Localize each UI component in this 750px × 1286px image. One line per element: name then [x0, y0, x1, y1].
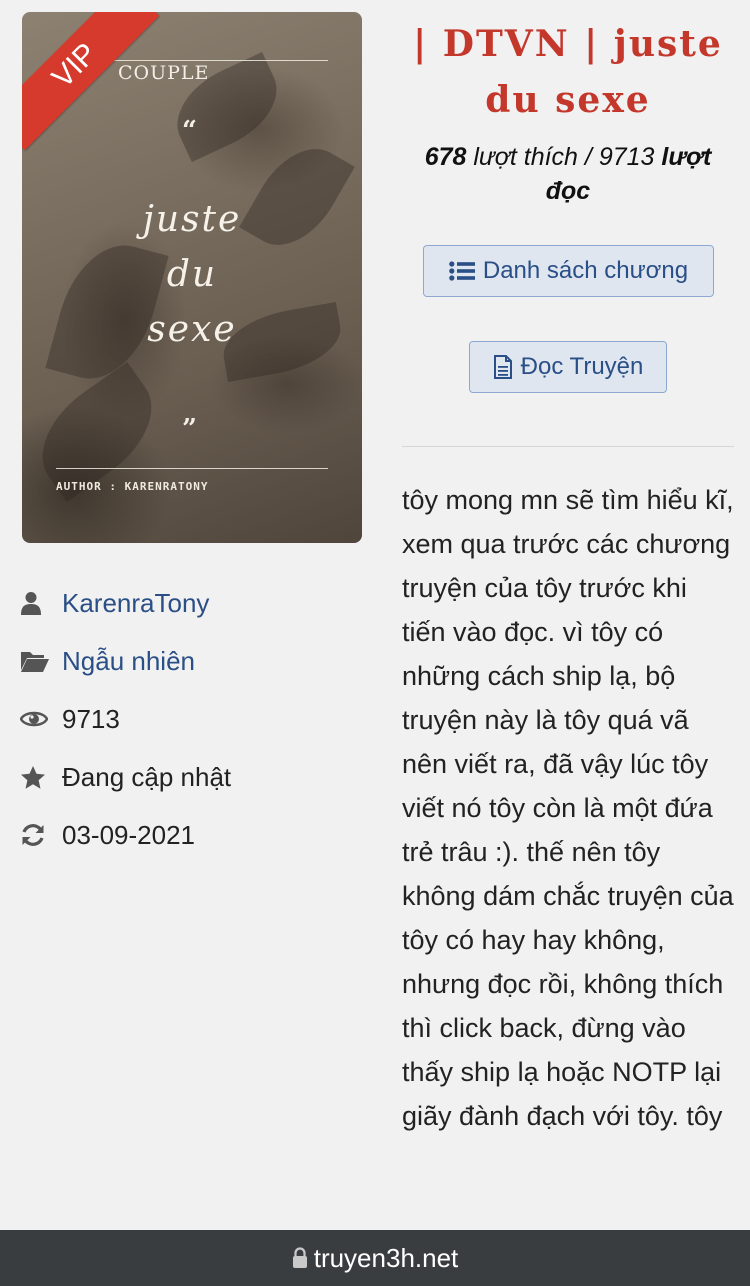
view-count: 9713	[62, 703, 120, 734]
likes-label: lượt thích /	[473, 143, 592, 171]
meta-genre-row: Ngẫu nhiên	[20, 632, 360, 690]
cover-open-quote: “	[182, 116, 197, 146]
story-description: tôy mong mn sẽ tìm hiểu kĩ, xem qua trướ…	[402, 485, 734, 1131]
story-title: | DTVN | juste du sexe	[413, 23, 723, 121]
meta-updated-row: 03-09-2021	[20, 806, 360, 864]
chapter-list-label: Danh sách chương	[482, 257, 689, 284]
story-page: COUPLE “ juste du sexe ” AUTHOR : KARENR…	[0, 0, 750, 1230]
genre-link[interactable]: Ngẫu nhiên	[62, 646, 195, 677]
story-meta-list: KarenraTony Ngẫu nhiên 9713 Đang cập nhậ…	[20, 574, 360, 864]
status-text: Đang cập nhật	[62, 761, 232, 792]
story-stats: 678 lượt thích / 9713 lượt đọc	[402, 140, 734, 208]
updated-date: 03-09-2021	[62, 819, 195, 850]
meta-views-row: 9713	[20, 690, 360, 748]
user-icon	[20, 588, 50, 618]
cover-couple-text: COUPLE	[118, 62, 210, 84]
cover-close-quote: ”	[182, 414, 197, 444]
read-story-button[interactable]: Đọc Truyện	[469, 341, 667, 393]
folder-open-icon	[20, 646, 50, 676]
section-divider	[402, 446, 734, 447]
cover-title-line: du	[166, 254, 218, 295]
star-icon	[20, 762, 50, 792]
list-icon	[449, 261, 475, 281]
refresh-icon	[20, 820, 50, 850]
views-count: 9713	[598, 143, 655, 171]
eye-icon	[20, 704, 50, 734]
cover-title-line: sexe	[147, 309, 237, 350]
cover-title: juste du sexe	[22, 192, 362, 357]
cover-rule-bottom	[56, 468, 328, 469]
meta-status-row: Đang cập nhật	[20, 748, 360, 806]
meta-author-row: KarenraTony	[20, 574, 360, 632]
browser-url: truyen3h.net	[313, 1242, 459, 1273]
likes-count: 678	[424, 143, 467, 171]
cover-title-line: juste	[142, 199, 242, 240]
lock-icon	[292, 1247, 307, 1268]
story-cover[interactable]: COUPLE “ juste du sexe ” AUTHOR : KARENR…	[22, 12, 362, 543]
author-link[interactable]: KarenraTony	[62, 588, 209, 619]
cover-author-text: AUTHOR : KARENRATONY	[56, 480, 209, 493]
browser-address-bar[interactable]: truyen3h.net	[0, 1230, 750, 1286]
chapter-list-button[interactable]: Danh sách chương	[423, 245, 714, 297]
document-icon	[493, 355, 512, 379]
read-story-label: Đọc Truyện	[520, 353, 644, 380]
